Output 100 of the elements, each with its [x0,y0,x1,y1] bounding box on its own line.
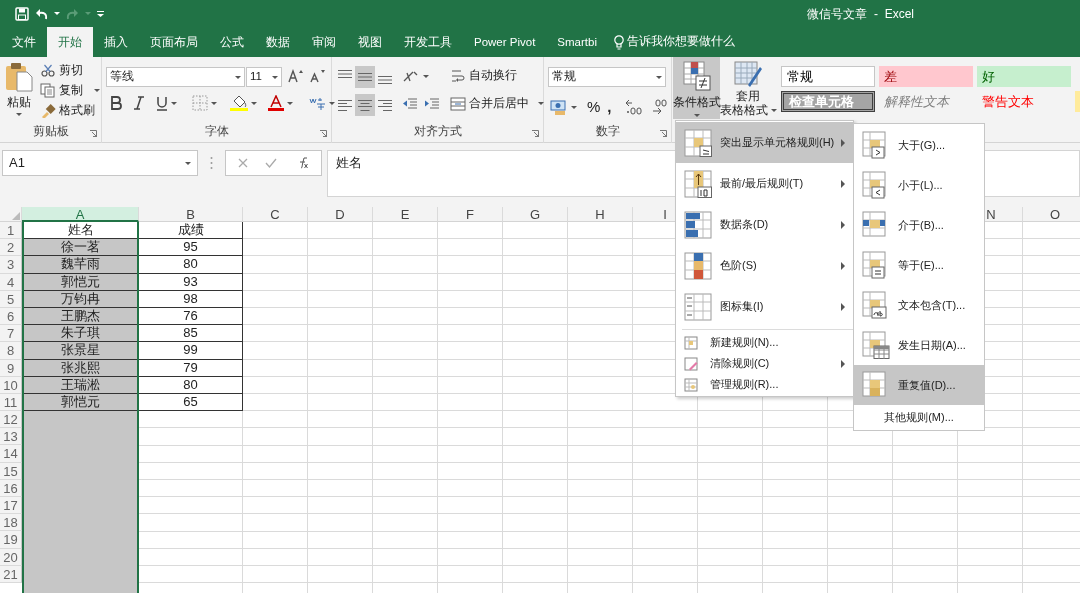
increase-font-size-icon[interactable] [288,69,304,83]
dialog-launcher-icon[interactable] [320,130,327,137]
conditional-formatting-button[interactable]: 条件格式 [673,57,720,119]
increase-indent-icon[interactable] [424,97,440,111]
increase-decimal-icon[interactable] [624,99,643,116]
ribbon-tab[interactable]: Smartbi [546,27,608,57]
caret-icon[interactable] [211,101,217,105]
menu-item[interactable]: 管理规则(R)... [676,374,853,395]
cell-style[interactable]: 好 [977,66,1071,87]
copy-button[interactable]: 复制 [38,81,102,101]
row-header[interactable]: 1 [0,222,22,240]
column-header[interactable]: G [503,207,568,222]
paste-button[interactable]: 粘贴 [3,61,35,118]
row-header[interactable]: 17 [0,497,22,515]
dialog-launcher-icon[interactable] [660,130,667,137]
italic-icon[interactable] [133,96,145,110]
caret-icon[interactable] [656,75,662,79]
menu-item[interactable]: 新建规则(N)... [676,332,853,353]
cell-style[interactable]: 警告文本 [977,91,1071,112]
phonetic-guide-icon[interactable] [308,95,326,111]
column-header[interactable]: O [1023,207,1080,222]
row-header[interactable]: 19 [0,531,22,549]
column-header[interactable]: C [243,207,308,222]
ribbon-tab[interactable]: 开始 [47,27,93,57]
orientation-icon[interactable] [402,69,420,83]
menu-item[interactable]: 突出显示单元格规则(H) [676,122,853,163]
undo-icon[interactable] [35,7,48,20]
menu-item[interactable]: 等于(E)... [854,245,984,285]
dialog-launcher-icon[interactable] [532,130,539,137]
format-painter-button[interactable]: 格式刷 [38,101,97,121]
caret-icon[interactable] [287,101,293,105]
row-header[interactable]: 14 [0,445,22,463]
column-header[interactable]: F [438,207,503,222]
ribbon-tab[interactable]: 视图 [347,27,393,57]
menu-item[interactable]: 图标集(I) [676,286,853,327]
row-header[interactable]: 12 [0,411,22,429]
format-as-table-button[interactable]: 套用 表格格式 [720,57,776,119]
ribbon-tab[interactable]: 插入 [93,27,139,57]
percent-button[interactable]: % [585,95,603,120]
menu-item[interactable]: 发生日期(A)... [854,325,984,365]
row-header[interactable]: 13 [0,428,22,446]
row-header[interactable]: 2 [0,239,22,257]
caret-icon[interactable] [171,101,177,105]
number-format-dropdown[interactable]: 常规 [548,67,666,87]
caret-icon[interactable] [423,74,429,78]
caret-icon[interactable] [693,114,700,118]
fill-color-icon[interactable] [230,95,248,111]
cell-style[interactable]: 常规 [781,66,875,87]
ribbon-tab[interactable]: 审阅 [301,27,347,57]
name-box[interactable]: A1 [2,150,198,176]
accounting-format-icon[interactable] [550,99,568,116]
caret-icon[interactable] [538,102,544,106]
save-icon[interactable] [15,6,29,21]
comma-button[interactable]: , [605,95,614,120]
customize-icon[interactable] [97,10,104,17]
row-header[interactable]: 18 [0,514,22,532]
font-color-icon[interactable] [268,95,284,111]
caret-icon[interactable] [571,105,577,109]
caret-icon[interactable] [16,113,22,117]
caret-icon[interactable] [770,109,777,113]
menu-item[interactable]: 文本包含(T)... [854,285,984,325]
menu-item[interactable]: 重复值(D)... [854,365,984,405]
decrease-font-size-icon[interactable] [310,69,326,83]
column-header[interactable]: H [568,207,633,222]
column-header[interactable]: D [308,207,373,222]
column-header[interactable]: E [373,207,438,222]
ribbon-tab[interactable]: 开发工具 [393,27,463,57]
caret-icon[interactable] [251,101,257,105]
caret-icon[interactable] [54,12,60,15]
cell-style[interactable]: 解释性文本 [879,91,973,112]
menu-item[interactable]: 其他规则(M)... [854,405,984,429]
tell-me-field[interactable]: 告诉我你想要做什么 [614,27,735,57]
menu-item[interactable]: 清除规则(C) [676,353,853,374]
caret-icon[interactable] [329,101,335,105]
column-header[interactable]: A [22,207,139,222]
caret-icon[interactable] [94,89,100,93]
font-name-dropdown[interactable]: 等线 [106,67,245,87]
ribbon-tab[interactable]: 页面布局 [139,27,209,57]
caret-icon[interactable] [272,75,278,79]
align-button[interactable] [355,94,375,116]
decrease-indent-icon[interactable] [402,97,418,111]
caret-icon[interactable] [185,161,191,165]
ribbon-tab[interactable]: 公式 [209,27,255,57]
row-header[interactable]: 7 [0,325,22,343]
column-header[interactable]: B [139,207,243,222]
wrap-text-button[interactable]: 自动换行 [448,66,519,86]
ribbon-tab[interactable]: 文件 [1,27,47,57]
font-size-dropdown[interactable]: 11 [246,67,282,87]
menu-item[interactable]: 色阶(S) [676,245,853,286]
align-button[interactable] [355,66,375,88]
cut-button[interactable]: 剪切 [38,61,85,81]
row-header[interactable]: 3 [0,256,22,274]
cell-style[interactable]: 差 [879,66,973,87]
dialog-launcher-icon[interactable] [90,130,97,137]
caret-icon[interactable] [235,75,241,79]
row-header[interactable]: 8 [0,342,22,360]
underline-icon[interactable] [156,95,168,111]
ribbon-tab[interactable]: 数据 [255,27,301,57]
bold-icon[interactable] [110,96,122,110]
merge-center-button[interactable]: 合并后居中 [448,94,546,114]
